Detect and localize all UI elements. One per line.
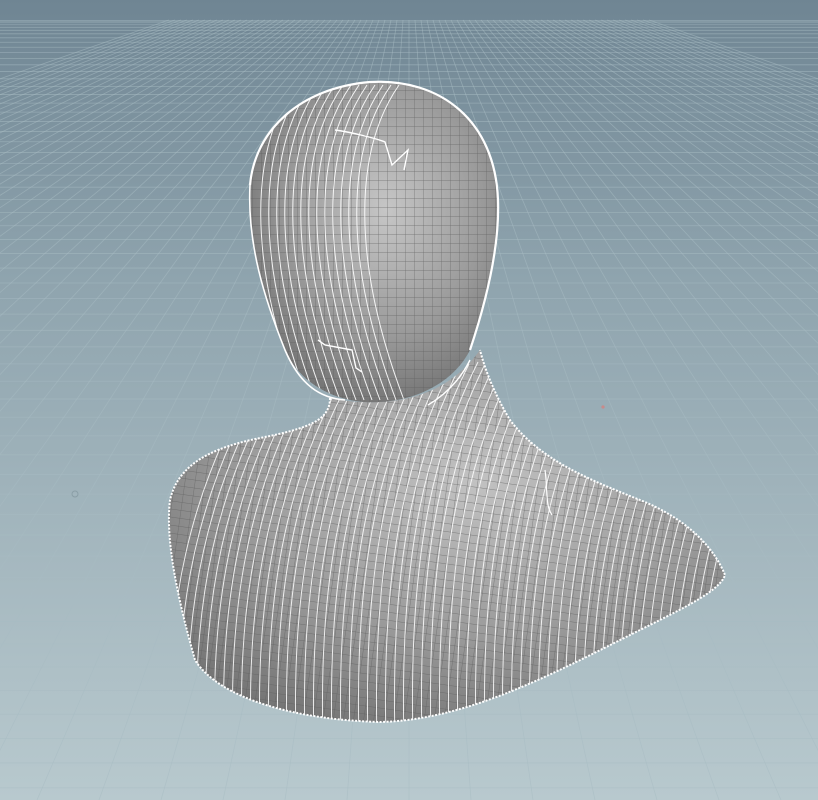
viewport-canvas[interactable] (0, 0, 818, 800)
ground-marker (601, 405, 605, 409)
3d-viewport[interactable] (0, 0, 818, 800)
